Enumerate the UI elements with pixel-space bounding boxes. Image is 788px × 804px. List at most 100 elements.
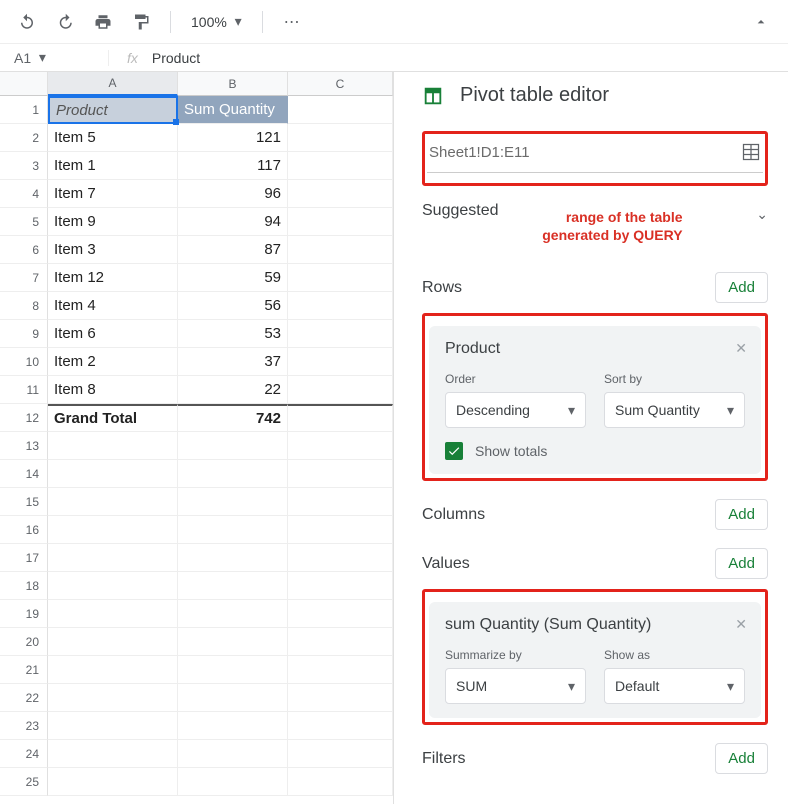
cell[interactable]: [48, 628, 178, 656]
cell[interactable]: [48, 572, 178, 600]
add-values-button[interactable]: Add: [715, 548, 768, 579]
row-header[interactable]: 6: [0, 236, 48, 264]
cell[interactable]: [288, 348, 393, 376]
table-row[interactable]: [48, 740, 393, 768]
table-row[interactable]: Item 994: [48, 208, 393, 236]
undo-button[interactable]: [10, 5, 44, 39]
row-header[interactable]: 20: [0, 628, 48, 656]
table-row[interactable]: Item 237: [48, 348, 393, 376]
cell[interactable]: [288, 516, 393, 544]
cell[interactable]: [48, 712, 178, 740]
cell[interactable]: [48, 488, 178, 516]
close-icon[interactable]: ✕: [735, 340, 747, 357]
cell[interactable]: Product: [48, 96, 178, 124]
zoom-dropdown[interactable]: 100% ▾: [183, 13, 250, 30]
cell[interactable]: [288, 264, 393, 292]
row-header[interactable]: 14: [0, 460, 48, 488]
row-header[interactable]: 5: [0, 208, 48, 236]
cell[interactable]: [288, 656, 393, 684]
cell[interactable]: [178, 544, 288, 572]
cell[interactable]: [288, 572, 393, 600]
showas-dropdown[interactable]: Default▾: [604, 668, 745, 704]
cell[interactable]: [288, 404, 393, 432]
column-header-A[interactable]: A: [48, 72, 178, 96]
row-header[interactable]: 21: [0, 656, 48, 684]
more-button[interactable]: ⋯: [275, 5, 309, 39]
cell[interactable]: [178, 768, 288, 796]
table-row[interactable]: Item 796: [48, 180, 393, 208]
row-header[interactable]: 7: [0, 264, 48, 292]
row-header[interactable]: 22: [0, 684, 48, 712]
cell[interactable]: [178, 684, 288, 712]
cell[interactable]: [178, 628, 288, 656]
print-button[interactable]: [86, 5, 120, 39]
cells-area[interactable]: ProductSum QuantityItem 5121Item 1117Ite…: [48, 96, 393, 796]
cell[interactable]: Item 4: [48, 292, 178, 320]
cell[interactable]: 37: [178, 348, 288, 376]
cell[interactable]: Item 8: [48, 376, 178, 404]
redo-button[interactable]: [48, 5, 82, 39]
row-header[interactable]: 23: [0, 712, 48, 740]
cell[interactable]: [288, 376, 393, 404]
sortby-dropdown[interactable]: Sum Quantity▾: [604, 392, 745, 428]
cell[interactable]: 56: [178, 292, 288, 320]
row-header[interactable]: 1: [0, 96, 48, 124]
table-row[interactable]: [48, 768, 393, 796]
cell[interactable]: [48, 768, 178, 796]
show-totals-checkbox[interactable]: Show totals: [445, 442, 745, 460]
table-row[interactable]: [48, 628, 393, 656]
row-header[interactable]: 9: [0, 320, 48, 348]
select-all-corner[interactable]: [0, 72, 48, 96]
cell[interactable]: Item 12: [48, 264, 178, 292]
cell[interactable]: [48, 516, 178, 544]
cell[interactable]: Item 1: [48, 152, 178, 180]
chevron-down-icon[interactable]: ⌄: [756, 206, 768, 223]
table-row[interactable]: [48, 572, 393, 600]
cell[interactable]: [288, 208, 393, 236]
table-row[interactable]: [48, 712, 393, 740]
cell[interactable]: [288, 236, 393, 264]
row-header[interactable]: 24: [0, 740, 48, 768]
cell[interactable]: [178, 740, 288, 768]
cell[interactable]: 87: [178, 236, 288, 264]
column-header-C[interactable]: C: [288, 72, 393, 96]
cell[interactable]: 59: [178, 264, 288, 292]
cell[interactable]: [48, 656, 178, 684]
cell[interactable]: [48, 600, 178, 628]
spreadsheet-grid[interactable]: 1234567891011121314151617181920212223242…: [0, 72, 394, 804]
suggested-heading[interactable]: Suggested: [422, 202, 499, 220]
cell[interactable]: [288, 292, 393, 320]
column-header-B[interactable]: B: [178, 72, 288, 96]
cell[interactable]: [288, 600, 393, 628]
cell[interactable]: [288, 320, 393, 348]
row-header[interactable]: 2: [0, 124, 48, 152]
formula-value[interactable]: Product: [152, 50, 200, 66]
cell[interactable]: [178, 600, 288, 628]
cell[interactable]: 121: [178, 124, 288, 152]
cell[interactable]: [178, 516, 288, 544]
cell[interactable]: Item 6: [48, 320, 178, 348]
cell[interactable]: [288, 124, 393, 152]
cell[interactable]: [288, 684, 393, 712]
cell[interactable]: [178, 656, 288, 684]
cell[interactable]: [288, 628, 393, 656]
paint-format-button[interactable]: [124, 5, 158, 39]
cell[interactable]: [48, 544, 178, 572]
cell[interactable]: Item 5: [48, 124, 178, 152]
cell[interactable]: [288, 488, 393, 516]
row-header[interactable]: 10: [0, 348, 48, 376]
table-row[interactable]: [48, 432, 393, 460]
order-dropdown[interactable]: Descending▾: [445, 392, 586, 428]
table-row[interactable]: Item 1117: [48, 152, 393, 180]
cell[interactable]: [288, 712, 393, 740]
range-input-row[interactable]: Sheet1!D1:E11: [427, 136, 763, 173]
row-header[interactable]: 16: [0, 516, 48, 544]
cell[interactable]: [288, 544, 393, 572]
table-row[interactable]: Item 1259: [48, 264, 393, 292]
close-icon[interactable]: ✕: [735, 616, 747, 633]
table-row[interactable]: Item 653: [48, 320, 393, 348]
cell[interactable]: 117: [178, 152, 288, 180]
cell[interactable]: [178, 488, 288, 516]
table-row[interactable]: [48, 656, 393, 684]
row-header[interactable]: 17: [0, 544, 48, 572]
